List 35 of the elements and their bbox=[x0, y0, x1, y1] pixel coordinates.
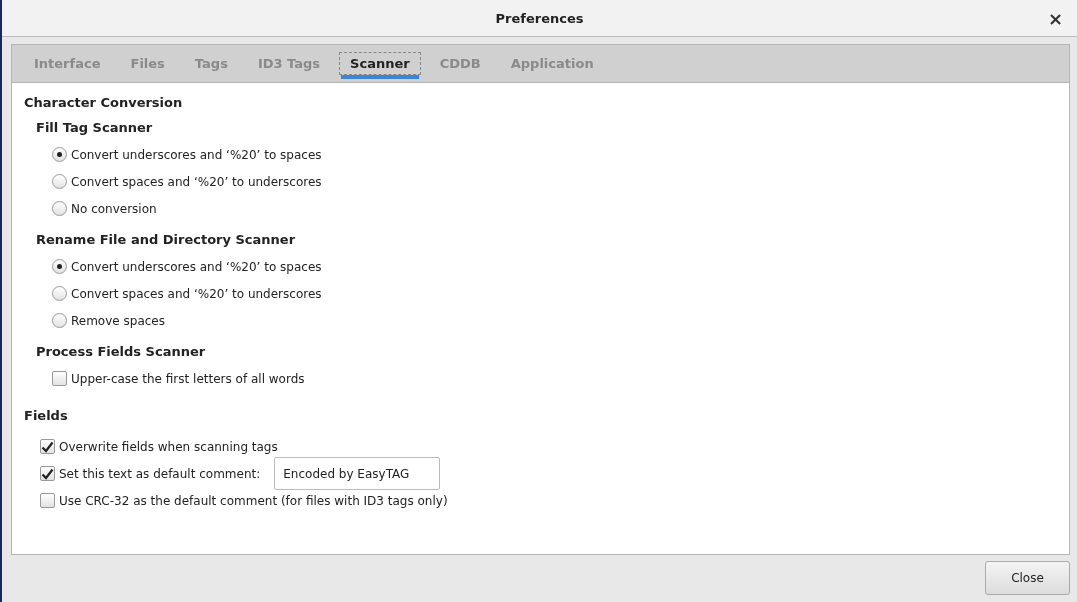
close-button[interactable]: × bbox=[1043, 8, 1067, 29]
radio-button[interactable] bbox=[52, 259, 67, 274]
radio-button[interactable] bbox=[52, 174, 67, 189]
option-label: Convert spaces and ‘%20’ to underscores bbox=[71, 174, 322, 189]
radio-button[interactable] bbox=[52, 201, 67, 216]
tab[interactable]: Application bbox=[499, 52, 605, 75]
tab[interactable]: CDDB bbox=[428, 52, 492, 75]
tab[interactable]: Tags bbox=[183, 52, 239, 75]
option-label: Overwrite fields when scanning tags bbox=[59, 439, 278, 454]
tab[interactable]: Interface bbox=[23, 52, 112, 75]
radio-button[interactable] bbox=[52, 286, 67, 301]
tab[interactable]: Files bbox=[119, 52, 176, 75]
checkbox[interactable] bbox=[52, 371, 67, 386]
group-title: Process Fields Scanner bbox=[36, 344, 207, 359]
close-button[interactable]: Close bbox=[985, 561, 1070, 595]
radio-button[interactable] bbox=[52, 147, 67, 162]
option-label: Remove spaces bbox=[71, 313, 165, 328]
option-label: Convert underscores and ‘%20’ to spaces bbox=[71, 259, 322, 274]
option-label: No conversion bbox=[71, 201, 157, 216]
comment-input-field[interactable]: Encoded by EasyTAG bbox=[274, 457, 441, 490]
option-label: Set this text as default comment: bbox=[59, 466, 261, 481]
group-title: Rename File and Directory Scanner bbox=[36, 232, 297, 247]
group-title: Fill Tag Scanner bbox=[36, 120, 154, 135]
checkbox[interactable] bbox=[40, 439, 55, 454]
window-title: Preferences bbox=[495, 10, 584, 26]
option-label: Use CRC-32 as the default comment (for files with ID3 tags only) bbox=[59, 493, 448, 508]
checkbox[interactable] bbox=[40, 466, 55, 481]
tab[interactable]: ID3 Tags bbox=[246, 52, 332, 75]
option-label: Convert underscores and ‘%20’ to spaces bbox=[71, 147, 322, 162]
section-title: Character Conversion bbox=[24, 95, 184, 110]
radio-button[interactable] bbox=[52, 313, 67, 328]
option-label: Upper-case the first letters of all words bbox=[71, 371, 305, 386]
checkbox[interactable] bbox=[40, 493, 55, 508]
section-title: Fields bbox=[24, 408, 69, 423]
option-label: Convert spaces and ‘%20’ to underscores bbox=[71, 286, 322, 301]
